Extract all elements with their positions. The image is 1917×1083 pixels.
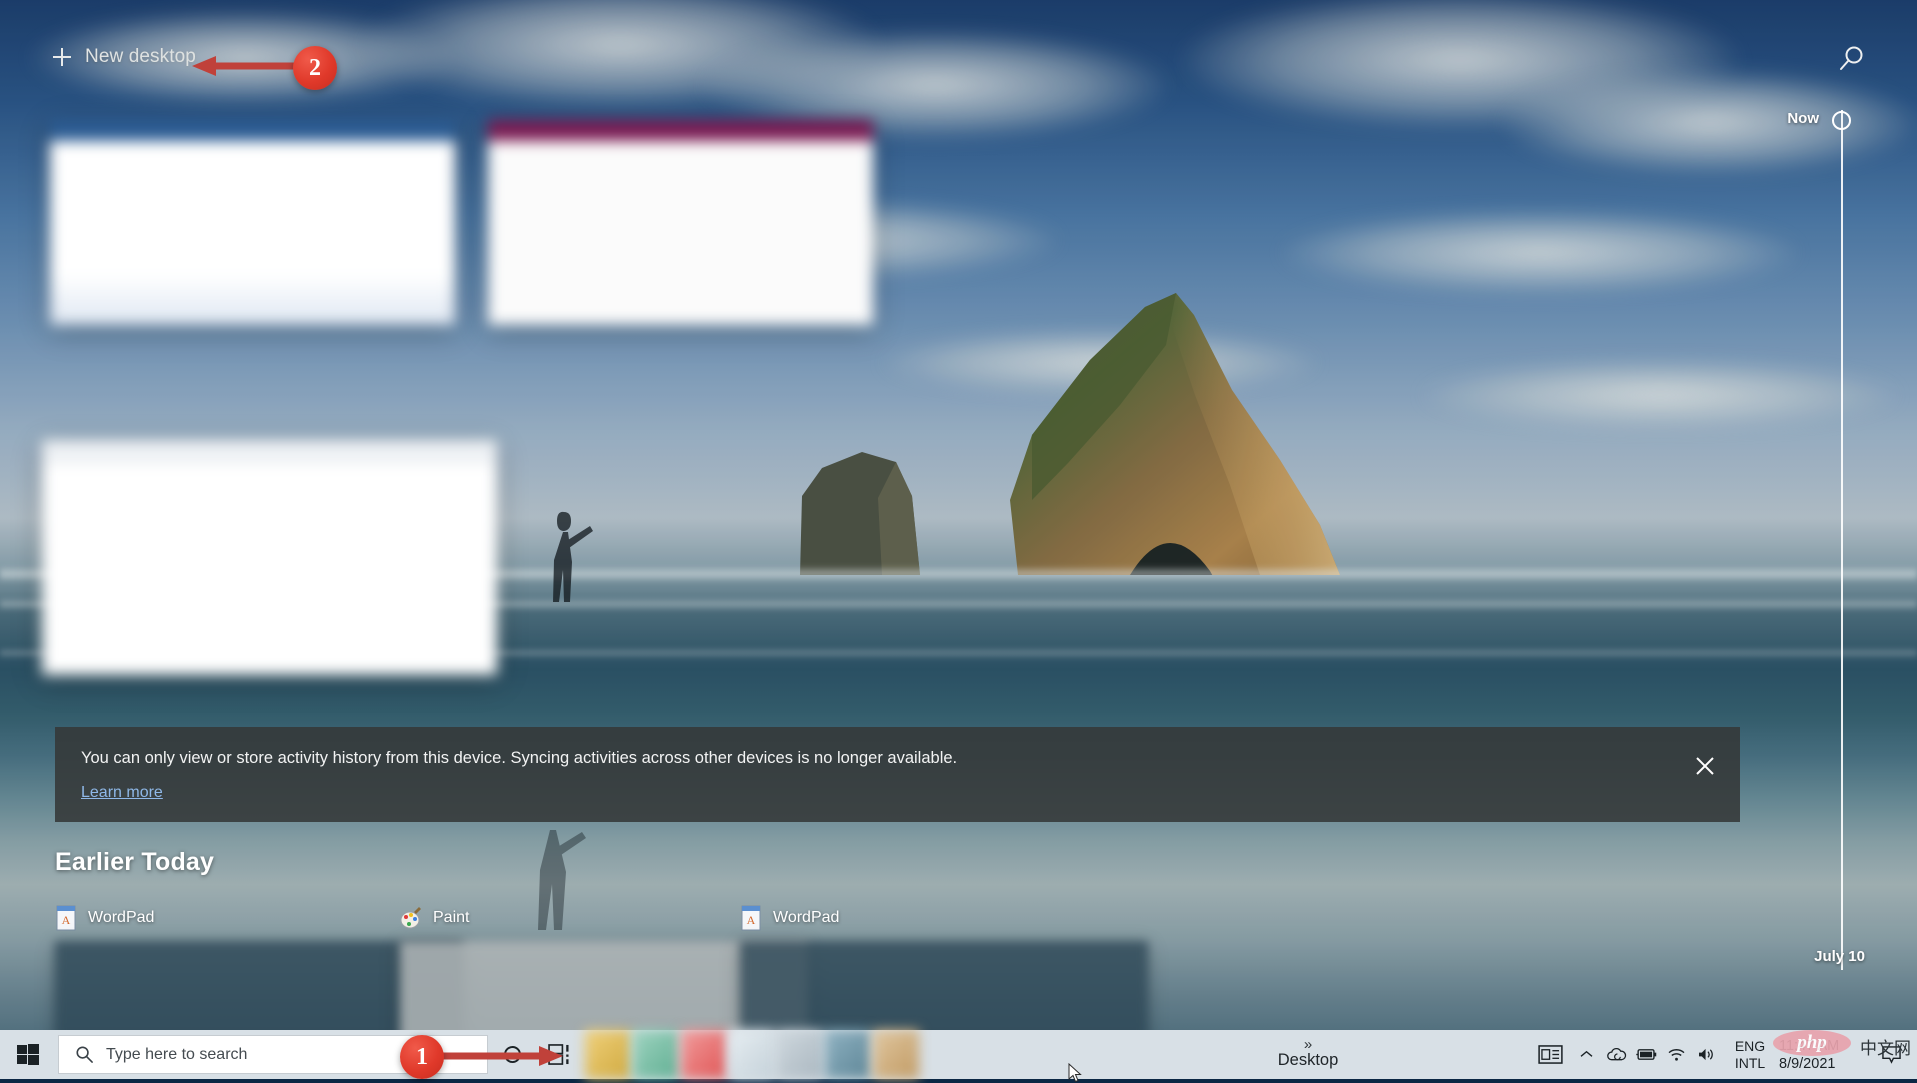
start-button[interactable] [0,1030,56,1079]
window-thumbnail[interactable] [42,440,497,675]
paint-icon [400,905,422,931]
activity-app-name: WordPad [773,909,839,927]
activity-app-header: A WordPad [740,905,1148,931]
language-line-2: INTL [1735,1055,1765,1072]
language-indicator[interactable]: ENG INTL [1721,1030,1779,1079]
window-thumbnail[interactable] [488,120,873,325]
system-tray: ENG INTL 11:47 AM 8/9/2021 [1529,1030,1917,1079]
timeline-scrollbar[interactable] [1841,110,1843,970]
learn-more-link[interactable]: Learn more [81,784,163,802]
taskbar-app-icon[interactable] [825,1030,871,1079]
timeline-date-label: July 10 [1814,948,1865,965]
clock-date: 8/9/2021 [1779,1055,1835,1073]
search-icon [75,1045,94,1064]
onedrive-icon[interactable] [1601,1030,1631,1079]
svg-text:A: A [747,913,756,927]
wordpad-icon: A [55,905,77,931]
activity-history-notification: You can only view or store activity hist… [55,727,1740,822]
timeline-now-label: Now [1787,110,1819,127]
php-watermark-logo: php [1773,1030,1851,1056]
language-line-1: ENG [1735,1038,1765,1055]
taskbar-app-icon[interactable] [777,1030,823,1079]
wifi-icon[interactable] [1661,1030,1691,1079]
desktop-switcher[interactable]: » Desktop [1228,1030,1388,1079]
close-icon[interactable] [1692,753,1718,779]
activity-app-name: Paint [433,909,469,927]
svg-text:A: A [62,913,71,927]
desktop-label: Desktop [1278,1051,1339,1070]
annotation-badge-2: 2 [293,46,337,90]
taskbar-app-icon[interactable] [681,1030,727,1079]
annotation-badge-1: 1 [400,1035,444,1079]
speaker-icon[interactable] [1691,1030,1721,1079]
mouse-cursor [1068,1063,1082,1083]
battery-icon[interactable] [1631,1030,1661,1079]
timeline-now-handle[interactable] [1832,111,1851,130]
wordpad-icon: A [740,905,762,931]
section-heading-earlier-today: Earlier Today [55,848,214,877]
taskbar-app-icon[interactable] [873,1030,919,1079]
notification-text: You can only view or store activity hist… [81,749,1714,769]
taskbar-app-icon[interactable] [633,1030,679,1079]
chevron-up-icon[interactable] [1571,1030,1601,1079]
chevron-right-icon: » [1304,1040,1312,1050]
taskbar-app-icon[interactable] [585,1030,631,1079]
activity-app-name: WordPad [88,909,154,927]
search-placeholder: Type here to search [106,1046,247,1064]
news-and-interests-icon[interactable] [1529,1030,1571,1079]
windows-logo-icon [17,1044,39,1066]
annotation-arrow-1 [435,1045,565,1067]
taskbar-app-icon[interactable] [729,1030,775,1079]
site-watermark-text: 中文网 [1860,1034,1911,1059]
window-thumbnail[interactable] [50,120,455,325]
